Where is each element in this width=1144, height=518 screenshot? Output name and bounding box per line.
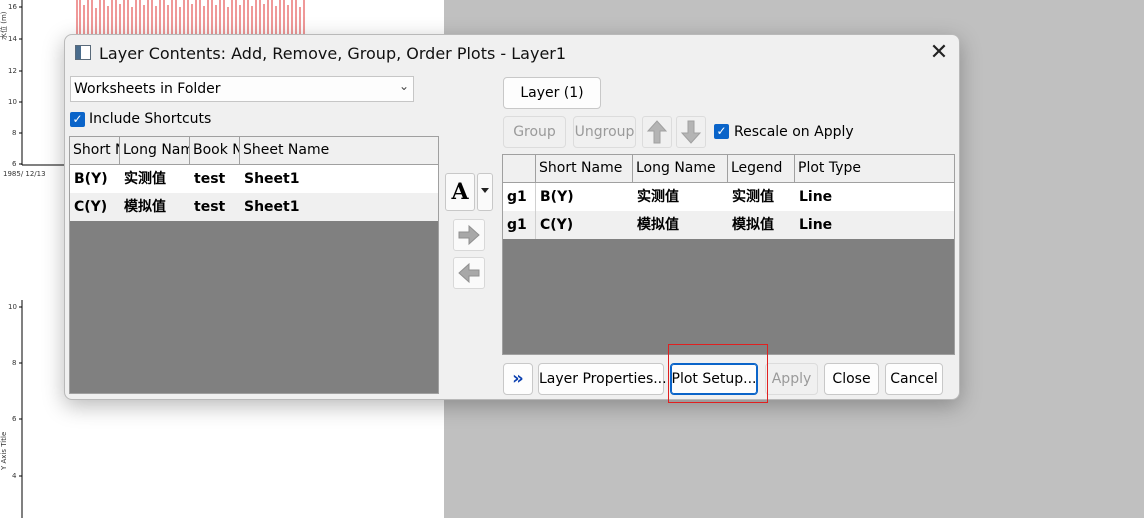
layer-plots-table[interactable]: Short Name Long Name Legend Plot Type g1…	[502, 154, 955, 355]
dialog-title: Layer Contents: Add, Remove, Group, Orde…	[99, 44, 567, 63]
cell-long-name: 实测值	[637, 189, 679, 205]
arrow-left-icon	[458, 262, 480, 284]
rescale-on-apply-checkbox[interactable]: ✓	[714, 124, 729, 139]
cell-group: g1	[503, 183, 536, 211]
column-header-short-name[interactable]: Short Name	[536, 155, 633, 182]
table-row[interactable]: C(Y) 模拟值 test Sheet1	[70, 193, 438, 221]
cell-group: g1	[503, 211, 536, 239]
window-icon	[75, 45, 91, 60]
rescale-on-apply-label: Rescale on Apply	[734, 124, 854, 140]
layer-button[interactable]: Layer (1)	[503, 77, 601, 109]
y-tick: 10	[8, 98, 17, 106]
y-tick: 14	[8, 35, 17, 43]
column-header-short-name[interactable]: Short N	[70, 137, 120, 164]
ungroup-button[interactable]: Ungroup	[573, 116, 636, 148]
dialog-titlebar[interactable]: Layer Contents: Add, Remove, Group, Orde…	[65, 35, 959, 71]
dropdown-arrow-icon	[481, 188, 489, 193]
y-tick: 6	[12, 415, 17, 423]
close-icon[interactable]: ✕	[925, 39, 953, 67]
cell-legend: 实测值	[732, 189, 774, 205]
column-header-sheet-name[interactable]: Sheet Name	[240, 137, 438, 164]
table-header: Short Name Long Name Legend Plot Type	[503, 155, 954, 183]
column-header-book-name[interactable]: Book N	[190, 137, 240, 164]
cell-long-name: 模拟值	[637, 217, 679, 233]
layer-contents-dialog: Layer Contents: Add, Remove, Group, Orde…	[64, 34, 960, 400]
cell-plot-type: Line	[799, 217, 833, 233]
cell-short-name: B(Y)	[540, 189, 574, 205]
arrow-right-icon	[458, 224, 480, 246]
table-row[interactable]: B(Y) 实测值 test Sheet1	[70, 165, 438, 193]
column-header-long-name[interactable]: Long Name	[633, 155, 728, 182]
table-row[interactable]: g1 B(Y) 实测值 实测值 Line	[503, 183, 954, 211]
font-button[interactable]: A	[445, 173, 475, 211]
add-plot-button[interactable]	[453, 219, 485, 251]
cancel-button[interactable]: Cancel	[885, 363, 943, 395]
cell-book-name: test	[194, 171, 226, 187]
plot-line	[76, 0, 305, 34]
arrow-down-icon	[680, 120, 702, 144]
available-data-table[interactable]: Short N Long Nam Book N Sheet Name B(Y) …	[69, 136, 439, 394]
y-axis-title-top: 水位 (m)	[0, 11, 8, 40]
y-tick: 10	[8, 303, 17, 311]
table-header: Short N Long Nam Book N Sheet Name	[70, 137, 438, 165]
cell-book-name: test	[194, 199, 226, 215]
move-up-button[interactable]	[642, 116, 672, 148]
layer-properties-button[interactable]: Layer Properties...	[538, 363, 667, 395]
y-tick: 6	[12, 160, 17, 168]
y-tick: 8	[12, 359, 16, 367]
y-axis-title-bottom: Y Axis Title	[0, 432, 8, 471]
cell-short-name: C(Y)	[540, 217, 574, 233]
cell-long-name: 实测值	[124, 171, 166, 187]
annotation-highlight-box	[668, 344, 768, 403]
arrow-up-icon	[646, 120, 668, 144]
apply-button[interactable]: Apply	[765, 363, 818, 395]
cell-short-name: C(Y)	[74, 199, 108, 215]
cell-long-name: 模拟值	[124, 199, 166, 215]
y-tick: 8	[12, 129, 16, 137]
cell-sheet-name: Sheet1	[244, 199, 300, 215]
include-shortcuts-label: Include Shortcuts	[89, 111, 212, 127]
y-tick: 12	[8, 67, 17, 75]
close-button[interactable]: Close	[824, 363, 879, 395]
source-dropdown[interactable]: Worksheets in Folder ⌄	[70, 76, 414, 102]
source-dropdown-value: Worksheets in Folder	[74, 81, 221, 97]
cell-short-name: B(Y)	[74, 171, 108, 187]
remove-plot-button[interactable]	[453, 257, 485, 289]
column-header-plot-type[interactable]: Plot Type	[795, 155, 954, 182]
cell-plot-type: Line	[799, 189, 833, 205]
expand-button[interactable]: »	[503, 363, 533, 395]
cell-sheet-name: Sheet1	[244, 171, 300, 187]
column-header-long-name[interactable]: Long Nam	[120, 137, 190, 164]
include-shortcuts-checkbox[interactable]: ✓	[70, 112, 85, 127]
column-header-legend[interactable]: Legend	[728, 155, 795, 182]
y-tick: 4	[12, 472, 17, 480]
chevron-down-icon: ⌄	[398, 79, 409, 93]
font-a-icon: A	[451, 179, 469, 205]
column-header-group[interactable]	[503, 155, 536, 182]
table-row[interactable]: g1 C(Y) 模拟值 模拟值 Line	[503, 211, 954, 239]
move-down-button[interactable]	[676, 116, 706, 148]
double-chevron-right-icon: »	[512, 368, 524, 389]
group-button[interactable]: Group	[503, 116, 566, 148]
cell-legend: 模拟值	[732, 217, 774, 233]
y-tick: 16	[8, 3, 17, 11]
font-dropdown-button[interactable]	[477, 173, 493, 211]
x-tick: 1985/ 12/13	[3, 170, 46, 178]
